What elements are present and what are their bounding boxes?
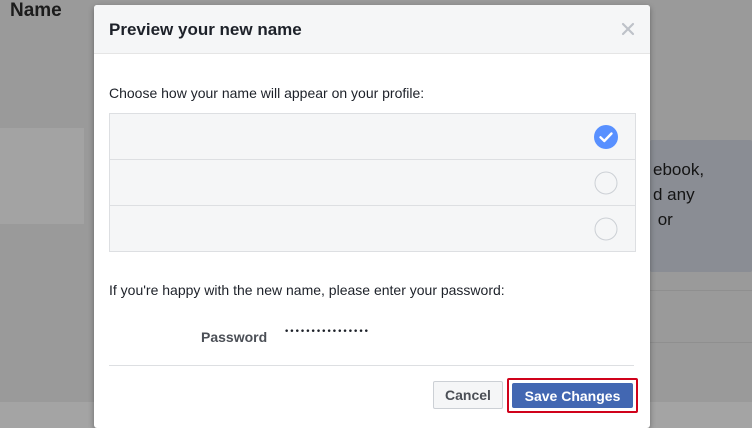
name-options-list <box>109 113 636 252</box>
choose-name-prompt: Choose how your name will appear on your… <box>109 85 425 101</box>
background-info-text: ebook, d any or <box>653 160 705 229</box>
close-icon[interactable] <box>618 19 638 39</box>
name-option[interactable] <box>110 205 635 251</box>
dialog-header: Preview your new name <box>94 5 650 54</box>
save-highlight: Save Changes <box>507 378 638 413</box>
password-label: Password <box>201 329 268 345</box>
password-input[interactable] <box>284 321 424 343</box>
name-option[interactable] <box>110 114 635 159</box>
background-divider <box>650 290 752 291</box>
footer-divider <box>109 365 634 366</box>
checked-radio-icon[interactable] <box>594 125 618 149</box>
background-divider <box>650 342 752 343</box>
cancel-button[interactable]: Cancel <box>433 381 503 409</box>
section-title: Name <box>10 0 62 21</box>
background-panel <box>0 128 84 224</box>
password-prompt: If you're happy with the new name, pleas… <box>109 282 505 298</box>
save-changes-button[interactable]: Save Changes <box>512 383 633 408</box>
radio-icon[interactable] <box>594 217 618 241</box>
dialog-title: Preview your new name <box>109 20 302 39</box>
radio-icon[interactable] <box>594 171 618 195</box>
preview-name-dialog: Preview your new name Choose how your na… <box>94 5 650 428</box>
name-option[interactable] <box>110 159 635 205</box>
